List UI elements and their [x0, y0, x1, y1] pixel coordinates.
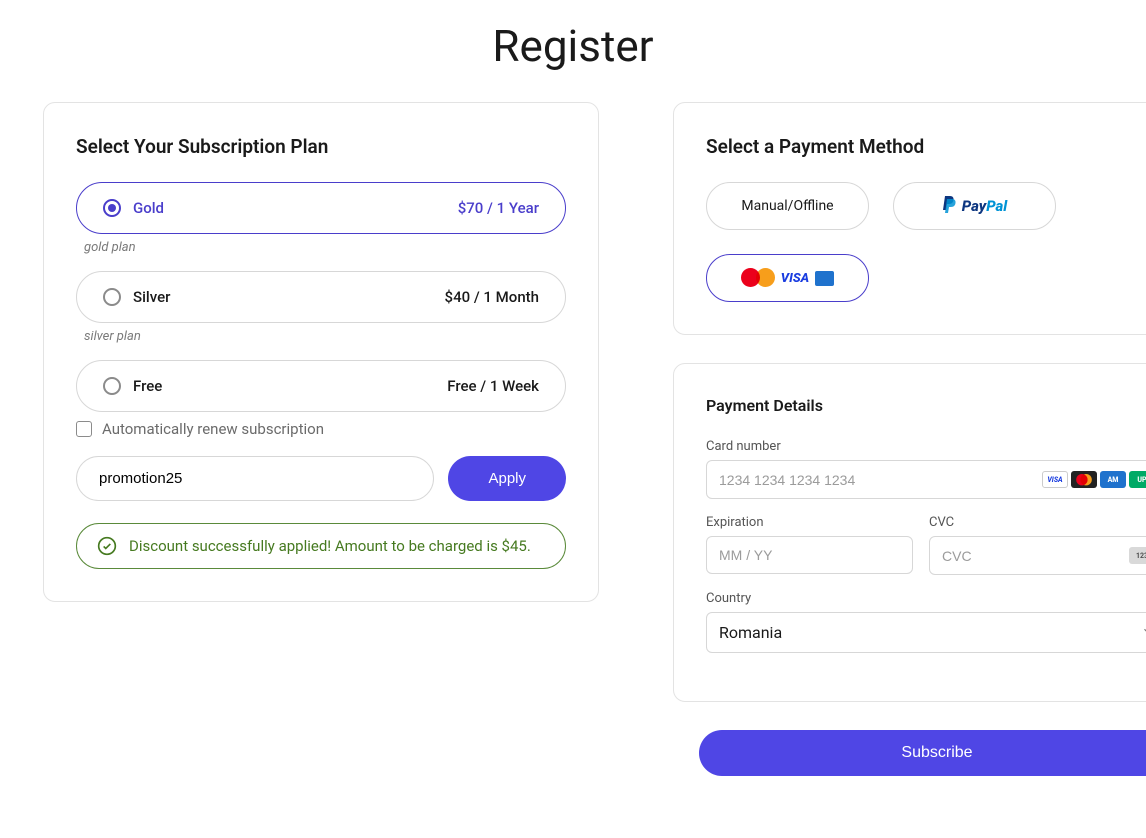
amex-icon: AM [1100, 471, 1126, 488]
mastercard-icon [741, 268, 775, 288]
payment-details-title: Payment Details [706, 396, 1146, 415]
country-select[interactable]: Romania [706, 612, 1146, 653]
plan-name: Silver [133, 288, 170, 306]
plan-price: $70 / 1 Year [458, 199, 539, 217]
chevron-down-icon [1141, 623, 1146, 642]
plan-option-free[interactable]: Free Free / 1 Week [76, 360, 566, 412]
amex-icon [815, 271, 834, 286]
payment-method-cards[interactable]: VISA [706, 254, 869, 302]
payment-method-title: Select a Payment Method [706, 135, 1146, 158]
coupon-input[interactable] [76, 456, 434, 501]
auto-renew-label: Automatically renew subscription [102, 420, 324, 438]
plan-name: Gold [133, 199, 164, 217]
discount-success-alert: Discount successfully applied! Amount to… [76, 523, 566, 569]
payment-method-manual[interactable]: Manual/Offline [706, 182, 869, 230]
radio-icon [103, 377, 121, 395]
card-brands-icon: VISA [741, 268, 834, 288]
unionpay-icon: UP [1129, 471, 1146, 488]
plan-price: $40 / 1 Month [445, 288, 539, 306]
payment-details-card: Payment Details Card number VISA AM UP E… [673, 363, 1146, 702]
plan-option-silver[interactable]: Silver $40 / 1 Month [76, 271, 566, 323]
expiration-label: Expiration [706, 515, 913, 530]
payment-method-paypal[interactable]: PayPal [893, 182, 1056, 230]
plan-option-gold[interactable]: Gold $70 / 1 Year [76, 182, 566, 234]
country-label: Country [706, 591, 1146, 606]
card-number-input[interactable] [719, 472, 1036, 488]
payment-method-label: Manual/Offline [741, 198, 833, 214]
cvc-card-icon: 123 [1129, 547, 1146, 564]
card-number-label: Card number [706, 439, 1146, 454]
cvc-label: CVC [929, 515, 1146, 530]
radio-icon [103, 288, 121, 306]
plan-description: silver plan [84, 329, 566, 344]
mastercard-icon [1071, 471, 1097, 488]
radio-icon [103, 199, 121, 217]
discount-success-message: Discount successfully applied! Amount to… [129, 537, 531, 555]
cvc-input[interactable] [942, 548, 1123, 564]
country-value: Romania [719, 623, 1135, 642]
check-circle-icon [97, 536, 117, 556]
visa-icon: VISA [781, 271, 809, 286]
card-brand-icons: VISA AM UP [1042, 471, 1146, 488]
payment-method-card: Select a Payment Method Manual/Offline P… [673, 102, 1146, 335]
subscription-plan-card: Select Your Subscription Plan Gold $70 /… [43, 102, 599, 602]
paypal-logo-text: PayPal [962, 197, 1007, 215]
subscription-title: Select Your Subscription Plan [76, 135, 566, 158]
plan-name: Free [133, 377, 162, 395]
visa-icon: VISA [1042, 471, 1068, 488]
subscribe-button[interactable]: Subscribe [699, 730, 1146, 776]
plan-price: Free / 1 Week [447, 377, 539, 395]
plan-description: gold plan [84, 240, 566, 255]
page-title: Register [40, 20, 1106, 72]
expiration-input[interactable] [719, 547, 900, 563]
auto-renew-checkbox[interactable] [76, 421, 92, 437]
apply-button[interactable]: Apply [448, 456, 566, 501]
paypal-icon [942, 195, 958, 217]
